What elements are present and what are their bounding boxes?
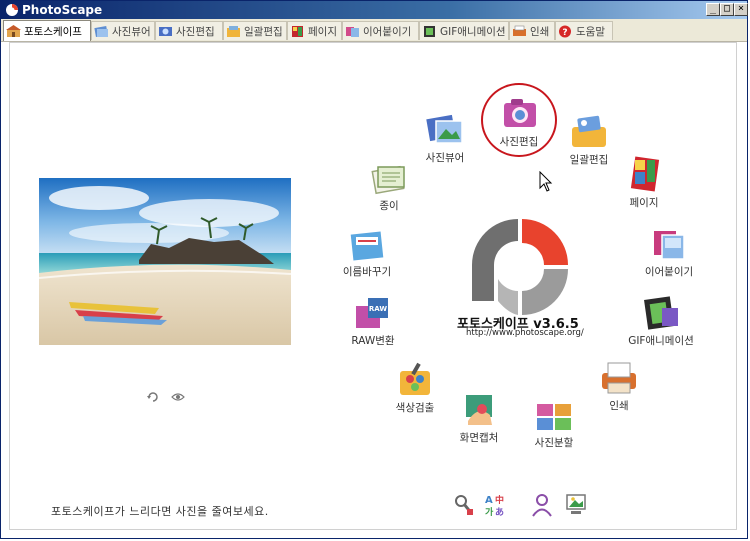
tab-label: 포토스케이프 [24, 25, 82, 38]
svg-text:RAW: RAW [369, 305, 387, 313]
camera-editor-icon [504, 99, 536, 127]
tab-help[interactable]: ? 도움말 [555, 21, 613, 40]
tab-label: 인쇄 [530, 25, 550, 38]
tab-gif[interactable]: GIF애니메이션 [419, 21, 509, 40]
menu-label: 사진뷰어 [425, 152, 465, 164]
menu-label: 페이지 [629, 197, 659, 209]
mouse-cursor-icon [539, 171, 553, 192]
editor-icon [159, 26, 172, 36]
monitor-icon[interactable] [565, 493, 587, 517]
tab-batch[interactable]: 일괄편집 [223, 21, 287, 40]
menu-label: RAW변환 [351, 335, 395, 347]
minimize-button[interactable]: _ [706, 3, 720, 16]
menu-splitter[interactable]: 사진분할 [514, 396, 594, 450]
tab-photoscape[interactable]: 포토스케이프 [3, 20, 91, 41]
menu-label: 사진분할 [534, 437, 574, 449]
status-message: 포토스케이프가 느리다면 사진을 줄여보세요. [51, 505, 269, 518]
menu-label: 종이 [379, 200, 399, 212]
menu-paper[interactable]: 종이 [349, 159, 429, 213]
tab-page[interactable]: 페이지 [287, 21, 342, 40]
tab-label: 일괄편집 [244, 25, 283, 38]
user-icon[interactable] [531, 493, 553, 517]
tab-label: 사진뷰어 [112, 25, 151, 38]
page-icon [292, 25, 303, 37]
film-strip-icon [644, 296, 678, 330]
menu-rename[interactable]: 이름바꾸기 [327, 225, 407, 279]
combine-images-icon [654, 231, 685, 260]
brand-url[interactable]: http://www.photoscape.org/ [466, 328, 584, 338]
batch-editor-icon [572, 115, 606, 147]
menu-label: 사진편집 [499, 136, 539, 148]
tab-bar: 포토스케이프 사진뷰어 사진편집 일괄편집 페이지 이어붙이기 GIF애니메이션 [1, 19, 747, 42]
rename-icon [350, 231, 384, 261]
menu-label: GIF애니메이션 [628, 335, 694, 347]
refresh-icon[interactable] [146, 391, 160, 403]
tab-label: 사진편집 [176, 25, 215, 38]
paper-icon [371, 165, 405, 195]
menu-combine[interactable]: 이어붙이기 [629, 225, 709, 279]
maximize-button[interactable]: □ [720, 3, 734, 16]
tab-label: 도움말 [576, 25, 605, 38]
menu-gif[interactable]: GIF애니메이션 [621, 294, 701, 348]
menu-label: 화면캡처 [459, 432, 499, 444]
screen-capture-icon [466, 395, 492, 425]
printer-icon [602, 362, 636, 394]
menu-raw[interactable]: RAW RAW변환 [333, 294, 413, 348]
menu-color-picker[interactable]: 색상검출 [375, 361, 455, 415]
tab-editor[interactable]: 사진편집 [155, 21, 223, 40]
photo-splitter-icon [537, 404, 571, 430]
photoscape-app-icon [6, 4, 18, 16]
raw-converter-icon: RAW [356, 298, 388, 328]
combine-icon [346, 26, 359, 37]
language-icon[interactable]: A 中 가 あ [484, 493, 506, 517]
sample-beach-photo [39, 178, 291, 345]
tab-label: GIF애니메이션 [440, 25, 506, 38]
menu-label: 색상검출 [395, 402, 435, 414]
help-icon: ? [559, 25, 571, 38]
svg-text:あ: あ [495, 507, 504, 517]
tab-combine[interactable]: 이어붙이기 [342, 21, 419, 40]
svg-text:A: A [485, 495, 493, 506]
menu-label: 이어붙이기 [644, 266, 694, 278]
photoscape-logo [472, 219, 568, 315]
tab-viewer[interactable]: 사진뷰어 [91, 21, 155, 40]
film-icon [424, 25, 435, 37]
menu-page[interactable]: 페이지 [604, 156, 684, 210]
menu-label: 이름바꾸기 [342, 266, 392, 278]
close-button[interactable]: × [734, 3, 748, 16]
eye-icon[interactable] [171, 391, 185, 403]
tools-icon[interactable] [453, 493, 475, 517]
viewer-icon [94, 25, 108, 37]
batch-icon [227, 25, 240, 37]
tab-label: 이어붙이기 [363, 25, 412, 38]
photoscape-window: PhotoScape _ □ × 포토스케이프 사진뷰어 사진편집 일괄편집 페… [0, 0, 748, 539]
menu-viewer[interactable]: 사진뷰어 [405, 111, 485, 165]
page-layout-icon [630, 156, 660, 192]
home-icon [6, 24, 21, 37]
svg-text:?: ? [562, 28, 567, 38]
tab-label: 페이지 [308, 25, 337, 38]
tab-print[interactable]: 인쇄 [509, 21, 555, 40]
photo-viewer-icon [426, 114, 463, 144]
svg-text:中: 中 [495, 494, 504, 506]
printer-icon [513, 25, 526, 36]
menu-editor[interactable]: 사진편집 [479, 95, 559, 149]
window-title: PhotoScape [22, 3, 103, 17]
color-picker-icon [400, 362, 430, 395]
title-bar[interactable]: PhotoScape _ □ × [1, 1, 748, 19]
svg-text:가: 가 [485, 506, 494, 517]
